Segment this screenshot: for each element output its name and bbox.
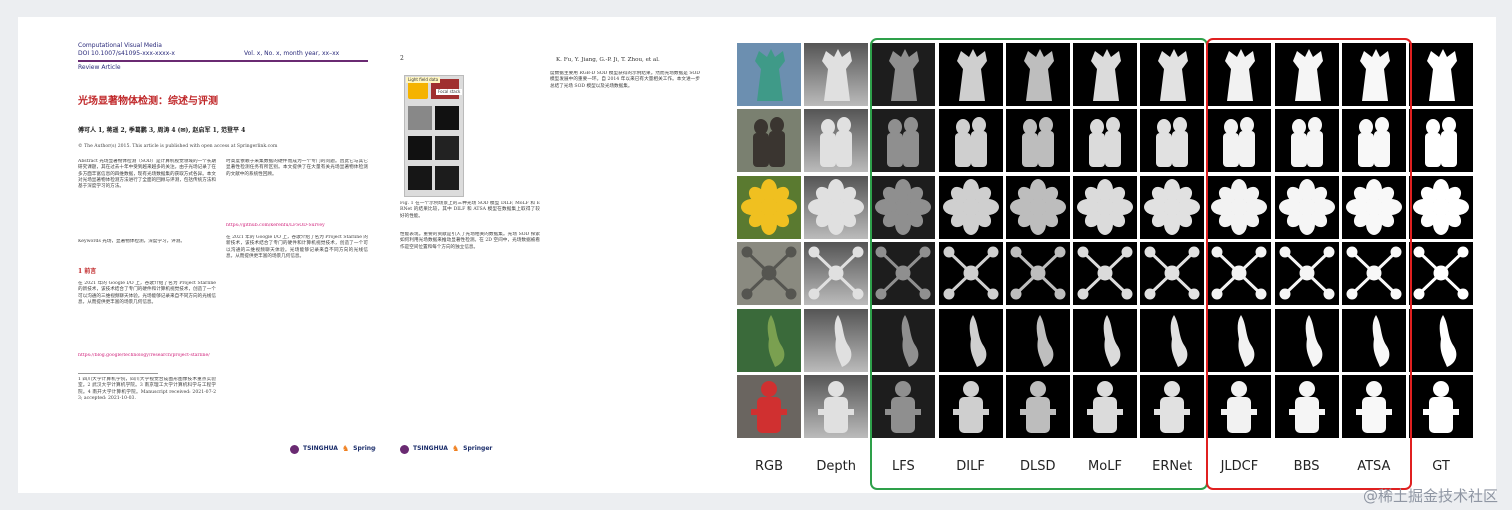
springer-label: Springer (353, 445, 376, 453)
tsinghua-seal-icon (400, 445, 409, 454)
cell-leaves-depth (804, 308, 869, 372)
footnote-rule (78, 373, 158, 374)
figure-1-sublabel: Focal stack (436, 89, 463, 96)
figure-1-label: Light field data (406, 77, 441, 84)
springer-horse-icon: ♞ (341, 444, 350, 454)
body-col-2-continued: 在 2021 年的 Google I/O 上，谷歌介绍了名为 Project S… (226, 235, 368, 259)
figure-frame: Computational Visual Media DOI 10.1007/s… (18, 17, 1496, 493)
survey-url[interactable]: https://github.com/kerenfu/LFSOD-Survey (226, 223, 368, 231)
page-number: 2 (400, 55, 404, 62)
page2-body-col-2: 度数据主要用 RGB-D SOD 模型获得的示例结果。然而光场数据是 SOD 模… (550, 71, 700, 89)
springer-label: Springer (463, 445, 493, 453)
article-type: Review Article (78, 64, 121, 71)
cell-statue-rgb (737, 43, 801, 106)
header-rule (78, 60, 368, 62)
keywords: Keywords 光场，显著物体检测，深度学习，评测。 (78, 239, 185, 244)
publisher-logos: TSINGHUA ♞ Springer (290, 445, 376, 454)
volume-info: Vol. x, No. x, month year, xx–xx (244, 50, 340, 57)
page2-running-head: K. Fu, Y. Jiang, G.-P. Ji, T. Zhou, et a… (556, 57, 660, 63)
springer-horse-icon: ♞ (451, 444, 460, 454)
publisher-logos-2: TSINGHUA ♞ Springer (400, 445, 492, 454)
cell-leaves-rgb (737, 308, 801, 372)
section-heading: 1 前言 (78, 268, 97, 275)
cell-person-gt (1409, 375, 1473, 438)
cell-drone-gt (1409, 242, 1473, 306)
rgbd-models-box (1206, 38, 1412, 490)
paper-page-2: 2 K. Fu, Y. Jiang, G.-P. Ji, T. Zhou, et… (382, 17, 712, 493)
cell-drone-depth (804, 242, 869, 306)
cell-flower-depth (804, 175, 869, 239)
paper-authors: 傅可人 1, 蒋遥 2, 季葛鹏 3, 周涛 4 (✉), 赵启军 1, 范登平… (78, 127, 246, 134)
cell-statue-gt (1409, 43, 1473, 106)
cell-person-rgb (737, 375, 801, 438)
tsinghua-label: TSINGHUA (303, 445, 338, 453)
body-col-1: 在 2021 年的 Google I/O 上，谷歌介绍了名为 Project S… (78, 281, 216, 305)
cell-drone-rgb (737, 242, 801, 306)
column-label-gt: GT (1432, 459, 1450, 474)
abstract-text: Abstract 光场显著物体检测（SOD）是计算机视觉领域的一个长期研究课题，… (78, 159, 216, 189)
cell-couple-gt (1409, 109, 1473, 173)
cell-couple-rgb (737, 109, 801, 173)
figure-1-caption: Fig. 1 在一个示例场景上的三种光场 SOD 模型 DILF, MoLF 和… (400, 201, 540, 219)
column-label-depth: Depth (816, 459, 856, 474)
cell-couple-depth (804, 109, 869, 173)
copyright-line: © The Author(s) 2015. This article is pu… (78, 144, 278, 149)
doi: DOI 10.1007/s41095-xxx-xxxx-x (78, 50, 175, 57)
cell-person-depth (804, 375, 869, 438)
page2-body-col-1: 性能表现。重要的贡献是引入了光场相关的数据集。光场 SOD 探索如何利用光场数据… (400, 232, 540, 250)
body-col-2: 时高度依赖于采集数据的硬件而成为一个专门的问题。因此它与其它显著性检测任务有所区… (226, 159, 368, 177)
cell-flower-rgb (737, 175, 801, 239)
footnotes: 1 四川大学计算机学院，四川大学视觉合成图形图像技术重点实验室。2 武汉大学计算… (78, 377, 216, 401)
watermark: @稀土掘金技术社区 (1362, 487, 1498, 505)
starline-url[interactable]: https://blog.google/technology/research/… (78, 353, 216, 367)
journal-name: Computational Visual Media (78, 42, 162, 49)
cell-leaves-gt (1409, 308, 1473, 372)
cell-flower-gt (1409, 175, 1473, 239)
paper-title: 光场显著物体检测：综述与评测 (78, 96, 218, 107)
traditional-models-box (870, 38, 1208, 490)
cell-statue-depth (804, 43, 869, 106)
tsinghua-seal-icon (290, 445, 299, 454)
tsinghua-label: TSINGHUA (413, 445, 448, 453)
paper-page-1: Computational Visual Media DOI 10.1007/s… (58, 17, 376, 493)
column-label-rgb: RGB (754, 459, 784, 474)
